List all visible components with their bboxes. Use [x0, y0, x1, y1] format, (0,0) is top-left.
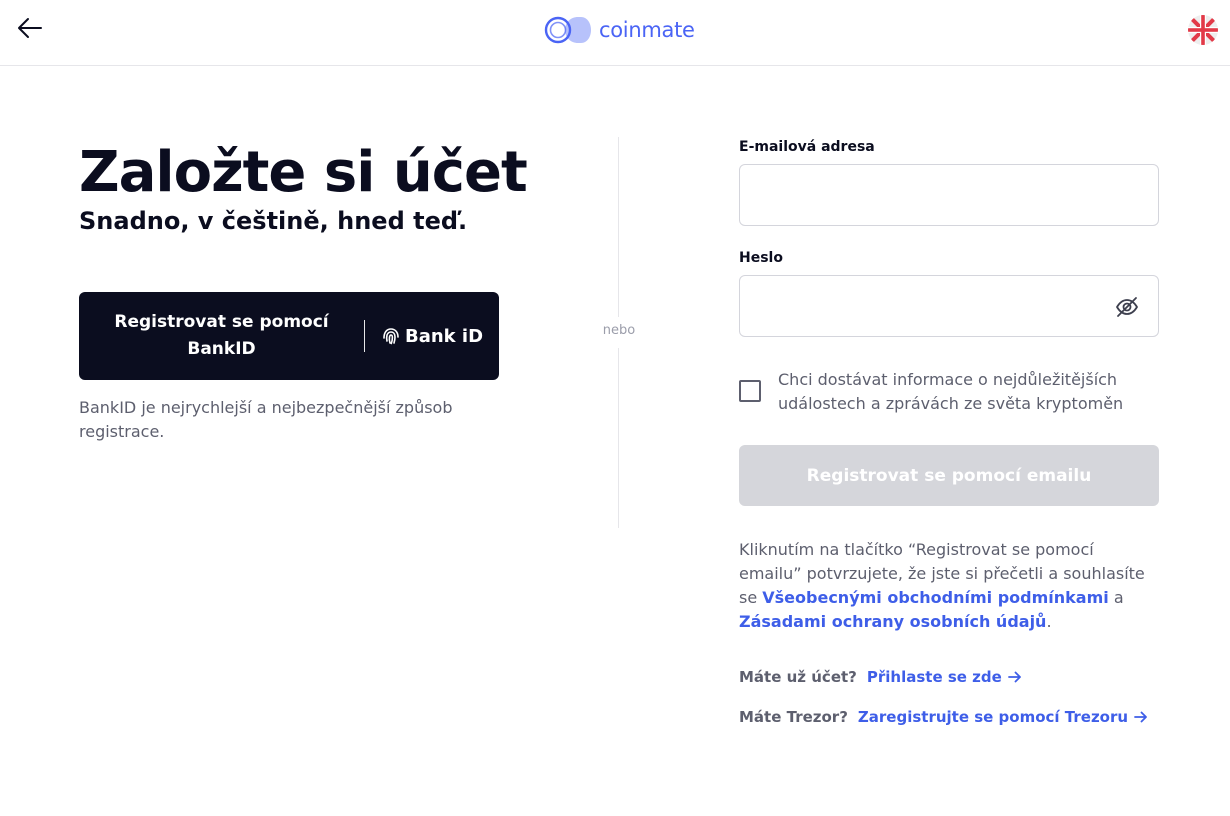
password-input[interactable] — [739, 275, 1159, 337]
eye-off-icon — [1116, 297, 1138, 317]
bankid-note: BankID je nejrychlejší a nejbezpečnější … — [79, 398, 453, 441]
page-title: Založte si účet — [79, 140, 528, 205]
language-switcher[interactable] — [1187, 14, 1219, 46]
bankid-separator — [364, 320, 365, 352]
bankid-logo-text: Bank iD — [404, 325, 484, 347]
register-bankid-button[interactable]: Registrovat se pomocí BankID Bank iD — [79, 292, 499, 380]
uk-flag-icon — [1188, 15, 1218, 45]
trezor-link-label: Zaregistrujte se pomocí Trezoru — [857, 708, 1129, 726]
email-input[interactable] — [739, 164, 1159, 226]
divider-line-top — [618, 137, 619, 317]
login-row: Máte už účet? Přihlaste se zde — [739, 668, 1022, 686]
newsletter-checkbox[interactable] — [739, 380, 761, 402]
page-subtitle: Snadno, v češtině, hned teď. — [79, 207, 468, 235]
register-email-button[interactable]: Registrovat se pomocí emailu — [739, 445, 1159, 506]
password-visibility-toggle[interactable] — [1114, 295, 1140, 319]
arrow-right-icon — [1134, 711, 1147, 723]
arrow-right-icon — [1007, 671, 1021, 683]
email-label: E-mailová adresa — [739, 139, 875, 155]
terms-text: Kliknutím na tlačítko “Registrovat se po… — [739, 538, 1149, 634]
login-question: Máte už účet? — [739, 668, 857, 686]
arrow-left-icon — [18, 18, 42, 38]
terms-conjunction: a — [1108, 588, 1124, 607]
terms-text-after: . — [1046, 612, 1052, 631]
coinmate-logo-icon — [544, 16, 591, 44]
bankid-logo: Bank iD — [365, 326, 499, 347]
top-bar: coinmate — [0, 0, 1230, 66]
login-link-label: Přihlaste se zde — [866, 668, 1002, 686]
newsletter-label[interactable]: Chci dostávat informace o nejdůležitější… — [778, 368, 1138, 416]
password-label: Heslo — [739, 250, 783, 266]
divider-label: nebo — [602, 323, 636, 338]
divider-line-bottom — [618, 348, 619, 528]
bankid-button-label: Registrovat se pomocí BankID — [114, 312, 329, 359]
trezor-row: Máte Trezor? Zaregistrujte se pomocí Tre… — [739, 708, 1148, 726]
back-button[interactable] — [14, 12, 46, 44]
trezor-link[interactable]: Zaregistrujte se pomocí Trezoru — [858, 708, 1148, 726]
privacy-link[interactable]: Zásadami ochrany osobních údajů — [739, 612, 1046, 631]
fingerprint-icon — [383, 328, 399, 345]
trezor-question: Máte Trezor? — [739, 708, 848, 726]
terms-link[interactable]: Všeobecnými obchodními podmínkami — [762, 588, 1109, 607]
logo-text: coinmate — [599, 18, 695, 42]
login-link[interactable]: Přihlaste se zde — [867, 668, 1022, 686]
coinmate-logo[interactable]: coinmate — [543, 14, 695, 46]
